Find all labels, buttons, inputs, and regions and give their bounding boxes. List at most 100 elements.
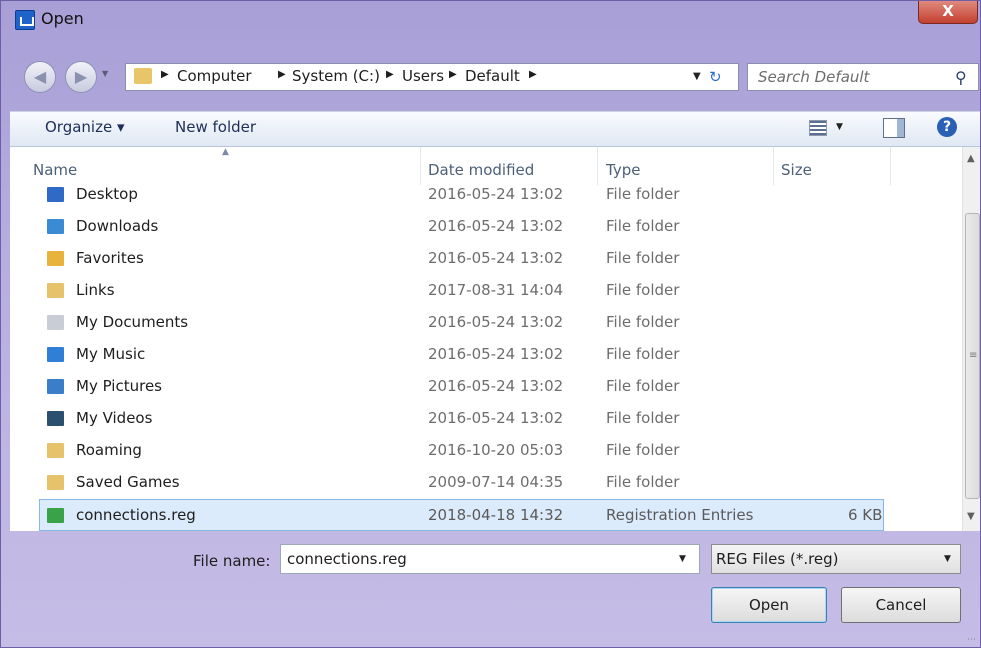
file-name-value[interactable]: connections.reg [287,550,407,568]
file-row[interactable]: My Music 2016-05-24 13:02 File folder [10,339,960,371]
type-cell: File folder [606,313,680,331]
file-row[interactable]: Downloads 2016-05-24 13:02 File folder [10,211,960,243]
file-type-dropdown-icon[interactable]: ▼ [944,554,951,564]
date-modified-cell: 2016-05-24 13:02 [428,249,564,267]
date-modified-cell: 2016-05-24 13:02 [428,377,564,395]
cancel-button[interactable]: Cancel [841,587,961,623]
date-modified-cell: 2016-05-24 13:02 [428,217,564,235]
file-name-cell: My Videos [76,409,153,427]
file-name-cell: Links [76,281,115,299]
type-cell: File folder [606,377,680,395]
file-name-cell: Roaming [76,441,142,459]
file-row[interactable]: Saved Games 2009-07-14 04:35 File folder [10,467,960,499]
organize-menu[interactable]: Organize ▾ [45,118,125,136]
search-box[interactable]: Search Default ⚲ [747,63,979,91]
file-type-filter[interactable]: REG Files (*.reg) ▼ [711,544,961,574]
size-cell: 6 KB [848,506,883,524]
music-folder-icon [47,347,64,362]
date-modified-cell: 2017-08-31 14:04 [428,281,564,299]
address-bar[interactable]: ▶ Computer ▶ System (C:) ▶ Users ▶ Defau… [125,63,739,91]
videos-folder-icon [47,411,64,426]
address-dropdown-icon[interactable]: ▼ [693,71,701,82]
date-modified-cell: 2016-05-24 13:02 [428,185,564,203]
date-modified-cell: 2016-05-24 13:02 [428,345,564,363]
type-cell: File folder [606,473,680,491]
file-name-cell: Desktop [76,185,138,203]
file-row[interactable]: connections.reg 2018-04-18 14:32 Registrat… [39,499,884,531]
date-modified-cell: 2009-07-14 04:35 [428,473,564,491]
file-row[interactable]: Desktop 2016-05-24 13:02 File folder [10,179,960,211]
type-cell: File folder [606,441,680,459]
documents-folder-icon [47,315,64,330]
folder-icon [47,475,64,490]
column-header-type[interactable]: Type [606,161,640,179]
file-row[interactable]: Roaming 2016-10-20 05:03 File folder [10,435,960,467]
scrollbar-grip-icon: ≡ [969,350,978,361]
preview-pane-icon[interactable] [883,118,905,138]
navigation-bar: ◀ ▶ ▼ ▶ Computer ▶ System (C:) ▶ Users ▶… [1,55,981,99]
breadcrumb-arrow-icon[interactable]: ▶ [386,69,394,80]
forward-button[interactable]: ▶ [65,61,97,93]
back-button[interactable]: ◀ [24,61,56,93]
breadcrumb-arrow-icon[interactable]: ▶ [278,69,286,80]
type-cell: File folder [606,345,680,363]
open-dialog-icon [15,10,35,30]
file-row[interactable]: Favorites 2016-05-24 13:02 File folder [10,243,960,275]
file-name-dropdown-icon[interactable]: ▼ [679,554,686,564]
date-modified-cell: 2016-10-20 05:03 [428,441,564,459]
resize-grip-icon[interactable]: ⋯ [967,635,976,645]
file-name-label: File name: [193,552,271,570]
command-bar: Organize ▾ New folder ▼ ? [10,111,980,147]
breadcrumb-system-c[interactable]: System (C:) [292,67,380,85]
refresh-icon[interactable]: ↻ [709,68,722,86]
breadcrumb-default[interactable]: Default [465,67,520,85]
scroll-down-arrow-icon[interactable]: ▼ [967,511,975,522]
breadcrumb-arrow-icon[interactable]: ▶ [161,69,169,80]
dialog-window: Open X ◀ ▶ ▼ ▶ Computer ▶ System (C:) ▶ … [0,0,981,648]
breadcrumb-computer[interactable]: Computer [177,67,252,85]
type-cell: File folder [606,217,680,235]
column-header-size[interactable]: Size [781,161,812,179]
search-input[interactable]: Search Default [758,68,869,86]
file-row[interactable]: My Documents 2016-05-24 13:02 File folder [10,307,960,339]
links-folder-icon [47,283,64,298]
type-cell: File folder [606,249,680,267]
desktop-folder-icon [47,187,64,202]
scroll-up-arrow-icon[interactable]: ▲ [967,153,975,164]
downloads-folder-icon [47,219,64,234]
close-button[interactable]: X [918,1,978,24]
type-cell: Registration Entries [606,506,754,524]
date-modified-cell: 2018-04-18 14:32 [428,506,564,524]
column-header-name[interactable]: Name [33,161,77,179]
type-cell: File folder [606,409,680,427]
type-cell: File folder [606,281,680,299]
file-name-cell: Saved Games [76,473,180,491]
file-row[interactable]: Links 2017-08-31 14:04 File folder [10,275,960,307]
file-name-cell: My Documents [76,313,189,331]
date-modified-cell: 2016-05-24 13:02 [428,409,564,427]
breadcrumb-arrow-icon[interactable]: ▶ [529,69,537,80]
recent-locations-dropdown[interactable]: ▼ [102,69,108,78]
date-modified-cell: 2016-05-24 13:02 [428,313,564,331]
search-icon[interactable]: ⚲ [955,68,967,87]
scrollbar-thumb[interactable]: ≡ [965,213,980,499]
file-name-cell: Favorites [76,249,144,267]
file-name-cell: Downloads [76,217,159,235]
file-name-cell: My Pictures [76,377,162,395]
file-row[interactable]: My Videos 2016-05-24 13:02 File folder [10,403,960,435]
help-icon[interactable]: ? [937,117,957,137]
vertical-scrollbar[interactable]: ▲ ≡ ▼ [962,147,980,531]
new-folder-button[interactable]: New folder [175,118,256,136]
open-button[interactable]: Open [711,587,827,623]
file-name-field[interactable]: connections.reg ▼ [280,544,700,574]
change-view-icon[interactable] [809,120,827,136]
view-options-dropdown-icon[interactable]: ▼ [836,122,843,132]
file-type-value[interactable]: REG Files (*.reg) [716,550,839,568]
breadcrumb-users[interactable]: Users [402,67,444,85]
file-row[interactable]: My Pictures 2016-05-24 13:02 File folder [10,371,960,403]
file-name-cell: connections.reg [76,506,196,524]
registry-file-icon [47,508,64,523]
window-title: Open [41,9,84,28]
breadcrumb-arrow-icon[interactable]: ▶ [449,69,457,80]
column-header-date-modified[interactable]: Date modified [428,161,534,179]
